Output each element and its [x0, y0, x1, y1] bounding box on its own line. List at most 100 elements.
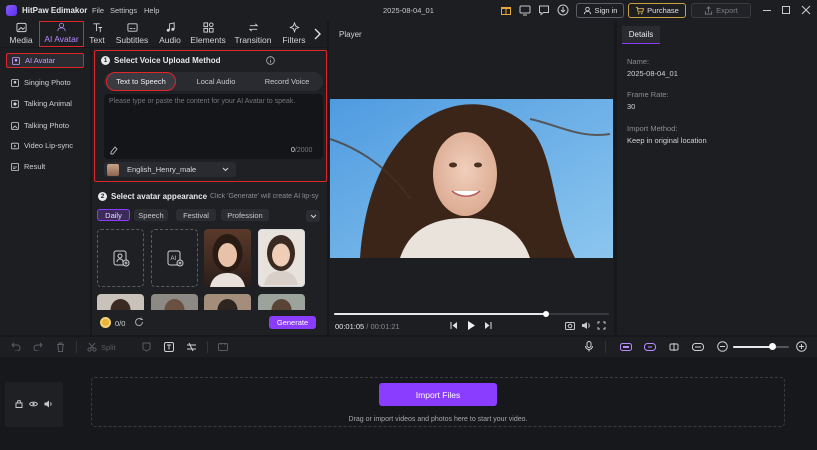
- toolbar-elements[interactable]: Elements: [190, 21, 226, 47]
- upload-avatar-icon: [113, 250, 129, 267]
- avatar-thumbnail[interactable]: [204, 294, 251, 310]
- toolbar-filters[interactable]: Filters: [280, 21, 308, 47]
- crop-icon[interactable]: [186, 342, 196, 352]
- sidebar-item-singing-photo[interactable]: Singing Photo: [6, 75, 84, 90]
- split-button[interactable]: Split: [87, 342, 116, 352]
- sidebar-item-video-lip-sync[interactable]: Video Lip-sync: [6, 138, 84, 153]
- voice-select-dropdown[interactable]: English_Henry_male: [104, 162, 236, 177]
- category-daily[interactable]: Daily: [97, 209, 130, 221]
- toolbar-ai-avatar[interactable]: AI Avatar: [39, 21, 84, 47]
- zoom-out-icon[interactable]: [717, 341, 728, 352]
- feedback-icon[interactable]: [538, 4, 550, 16]
- toolbar-text[interactable]: Text: [86, 21, 108, 47]
- sidebar-item-label: Video Lip-sync: [24, 141, 74, 150]
- scissors-icon: [87, 342, 97, 352]
- toolbar-subtitles[interactable]: Subtitles: [113, 21, 151, 47]
- text-tool-icon[interactable]: [164, 342, 174, 352]
- detail-frame-rate-value: 30: [627, 102, 636, 111]
- minimize-icon[interactable]: [763, 10, 771, 11]
- play-icon[interactable]: [467, 320, 476, 331]
- playback-progress-track[interactable]: [334, 311, 609, 317]
- avatar-thumbnail[interactable]: [97, 294, 144, 310]
- volume-icon[interactable]: [581, 321, 591, 330]
- voice-method-title: Select Voice Upload Method: [114, 56, 221, 65]
- category-speech[interactable]: Speech: [134, 209, 168, 221]
- maximize-icon[interactable]: [782, 6, 790, 14]
- sidebar-item-label: AI Avatar: [25, 56, 56, 65]
- toolbar-transition[interactable]: Transition: [233, 21, 273, 47]
- menu-help[interactable]: Help: [144, 6, 159, 15]
- next-frame-icon[interactable]: [484, 321, 492, 330]
- zoom-in-icon[interactable]: [796, 341, 807, 352]
- toolbar-audio[interactable]: Audio: [155, 21, 185, 47]
- upload-avatar-card[interactable]: [97, 229, 144, 287]
- category-profession[interactable]: Profession: [221, 209, 269, 221]
- purchase-button[interactable]: Purchase: [628, 3, 686, 18]
- download-icon[interactable]: [557, 4, 569, 16]
- ai-generate-avatar-card[interactable]: AI: [151, 229, 198, 287]
- track-visibility-icon[interactable]: [29, 400, 38, 408]
- info-icon[interactable]: [266, 56, 275, 65]
- menu-settings[interactable]: Settings: [110, 6, 137, 15]
- sidebar-item-ai-avatar[interactable]: AI Avatar: [6, 53, 84, 68]
- generate-hint: Click 'Generate' will create AI lip-sy: [210, 193, 319, 200]
- sign-in-button[interactable]: Sign in: [576, 3, 624, 18]
- avatar-thumbnail[interactable]: [204, 229, 251, 287]
- subtitles-icon: [126, 23, 138, 32]
- freeze-frame-icon[interactable]: [218, 342, 228, 352]
- monitor-icon[interactable]: [519, 4, 531, 16]
- marker-icon[interactable]: [142, 342, 151, 352]
- video-lip-sync-icon: [11, 142, 19, 149]
- track-split-icon[interactable]: [668, 343, 680, 351]
- toolbar-transition-label: Transition: [234, 35, 272, 45]
- toolbar-media[interactable]: Media: [5, 21, 37, 47]
- magnet-snap-icon[interactable]: [620, 343, 632, 351]
- zoom-slider[interactable]: [733, 343, 789, 350]
- chevron-down-icon: [222, 167, 229, 172]
- tab-text-to-speech[interactable]: Text to Speech: [106, 72, 176, 91]
- elements-icon: [202, 22, 214, 33]
- ai-generate-avatar-icon: AI: [167, 250, 183, 267]
- link-icon[interactable]: [644, 343, 656, 351]
- undo-icon[interactable]: [11, 342, 21, 351]
- generate-bar: 0/0 Generate: [92, 310, 327, 335]
- generate-button[interactable]: Generate: [269, 316, 316, 329]
- toolbar-next-icon[interactable]: [313, 28, 321, 40]
- sidebar-item-talking-photo[interactable]: Talking Photo: [6, 118, 84, 133]
- speech-text-input[interactable]: Please type or paste the content for you…: [104, 94, 323, 159]
- svg-text:AI: AI: [170, 256, 176, 262]
- redo-icon[interactable]: [33, 342, 43, 351]
- expand-categories-button[interactable]: [306, 210, 320, 222]
- playback-scrubber[interactable]: [542, 311, 549, 317]
- prev-frame-icon[interactable]: [450, 321, 458, 330]
- track-lock-icon[interactable]: [15, 400, 23, 408]
- delete-icon[interactable]: [56, 342, 65, 352]
- gift-icon[interactable]: [500, 4, 512, 16]
- avatar-thumbnail[interactable]: [258, 294, 305, 310]
- avatar-thumbnail[interactable]: [151, 294, 198, 310]
- sidebar-item-result[interactable]: Result: [6, 159, 84, 174]
- menu-file[interactable]: File: [92, 6, 104, 15]
- tab-record-voice[interactable]: Record Voice: [252, 72, 322, 91]
- zoom-slider-knob[interactable]: [768, 343, 776, 350]
- refresh-icon[interactable]: [134, 317, 144, 327]
- track-mute-icon[interactable]: [44, 400, 53, 408]
- toolbar-divider: [605, 341, 606, 353]
- import-files-button[interactable]: Import Files: [379, 383, 497, 406]
- screenshot-icon[interactable]: [565, 321, 575, 330]
- tab-local-audio[interactable]: Local Audio: [181, 72, 251, 91]
- clear-text-icon[interactable]: [109, 145, 119, 155]
- export-button[interactable]: Export: [691, 3, 751, 18]
- sidebar-item-talking-animal[interactable]: Talking Animal: [6, 96, 84, 111]
- category-festival[interactable]: Festival: [176, 209, 216, 221]
- import-hint: Drag or import videos and photos here to…: [348, 416, 528, 423]
- ai-avatar-icon: [57, 22, 66, 32]
- microphone-icon[interactable]: [585, 341, 593, 352]
- tab-details[interactable]: Details: [622, 26, 660, 44]
- avatar-thumbnail-selected[interactable]: [258, 229, 305, 287]
- import-drop-zone[interactable]: Import Files Drag or import videos and p…: [91, 377, 785, 427]
- close-icon[interactable]: [801, 5, 811, 15]
- fullscreen-icon[interactable]: [597, 321, 606, 330]
- fit-timeline-icon[interactable]: [692, 343, 704, 351]
- playback-progress-fill: [334, 313, 546, 315]
